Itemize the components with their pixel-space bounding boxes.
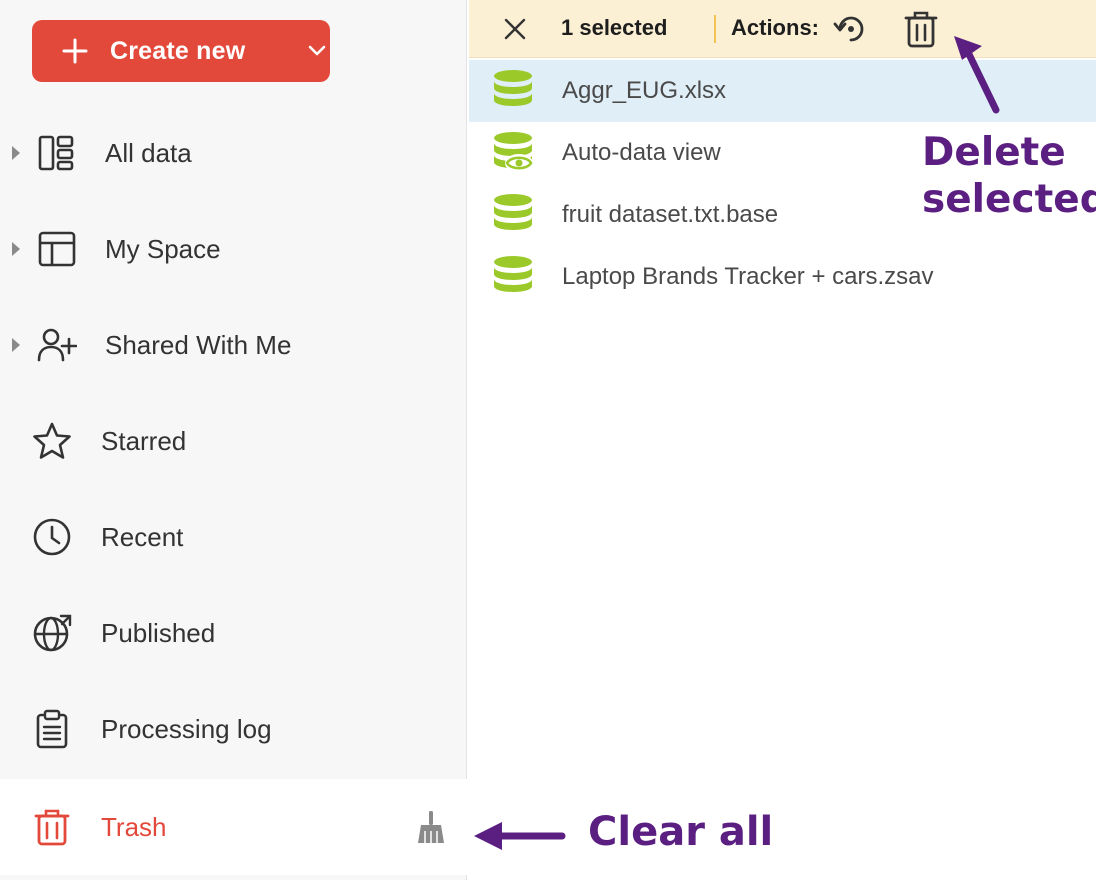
delete-selected-icon[interactable]: [903, 9, 939, 49]
clipboard-icon: [36, 709, 68, 749]
file-name: Aggr_EUG.xlsx: [562, 77, 727, 104]
trash-icon: [34, 809, 70, 846]
sidebar-item-processing-log[interactable]: Processing log: [0, 681, 467, 777]
annotation-delete-selected: Delete selected: [922, 130, 1096, 224]
sidebar-item-label: Trash: [101, 812, 167, 842]
caret-right-icon[interactable]: [10, 335, 22, 355]
database-icon: [494, 194, 532, 230]
all-data-icon: [38, 135, 74, 171]
close-icon[interactable]: [501, 15, 529, 43]
star-icon: [33, 422, 71, 459]
clock-icon: [33, 518, 71, 556]
sidebar-item-label: Starred: [101, 426, 187, 456]
sidebar-item-starred[interactable]: Starred: [0, 393, 467, 489]
annotation-line: selected: [922, 176, 1096, 222]
broom-icon[interactable]: [413, 809, 449, 845]
arrow-up-left-icon: [954, 36, 1000, 114]
chevron-down-icon: [308, 45, 326, 56]
file-name: Auto-data view: [562, 139, 721, 166]
user-plus-icon: [37, 328, 77, 362]
selected-count: 1 selected: [561, 15, 668, 40]
actions-label: Actions:: [731, 15, 819, 40]
sidebar-item-label: All data: [105, 138, 192, 168]
create-new-button[interactable]: Create new: [32, 20, 330, 82]
sidebar-item-recent[interactable]: Recent: [0, 489, 467, 585]
caret-right-icon[interactable]: [10, 239, 22, 259]
sidebar-item-label: Processing log: [101, 714, 272, 744]
database-icon: [494, 70, 532, 106]
layout-icon: [38, 231, 76, 267]
arrow-left-icon: [474, 822, 566, 850]
file-name: Laptop Brands Tracker + cars.zsav: [562, 263, 934, 290]
file-row[interactable]: Laptop Brands Tracker + cars.zsav: [469, 246, 1096, 308]
sidebar-item-shared-with-me[interactable]: Shared With Me: [0, 297, 467, 393]
sidebar: Create new All data My Space Shared With…: [0, 0, 467, 880]
globe-icon: [33, 614, 72, 652]
caret-right-icon[interactable]: [10, 143, 22, 163]
sidebar-item-label: Recent: [101, 522, 184, 552]
sidebar-item-label: Published: [101, 618, 216, 648]
file-name: fruit dataset.txt.base: [562, 201, 779, 228]
toolbar-divider: [714, 15, 716, 43]
create-new-label: Create new: [110, 37, 246, 65]
annotation-clear-all: Clear all: [588, 809, 774, 855]
sidebar-item-trash[interactable]: Trash: [0, 779, 467, 875]
sidebar-item-my-space[interactable]: My Space: [0, 201, 467, 297]
sidebar-item-label: My Space: [105, 234, 221, 264]
restore-icon[interactable]: [833, 11, 869, 47]
database-icon: [494, 256, 532, 292]
annotation-line: Delete: [922, 130, 1066, 175]
plus-icon: [62, 38, 88, 64]
sidebar-item-all-data[interactable]: All data: [0, 105, 467, 201]
sidebar-item-published[interactable]: Published: [0, 585, 467, 681]
sidebar-item-label: Shared With Me: [105, 330, 292, 360]
database-view-icon: [494, 132, 533, 172]
